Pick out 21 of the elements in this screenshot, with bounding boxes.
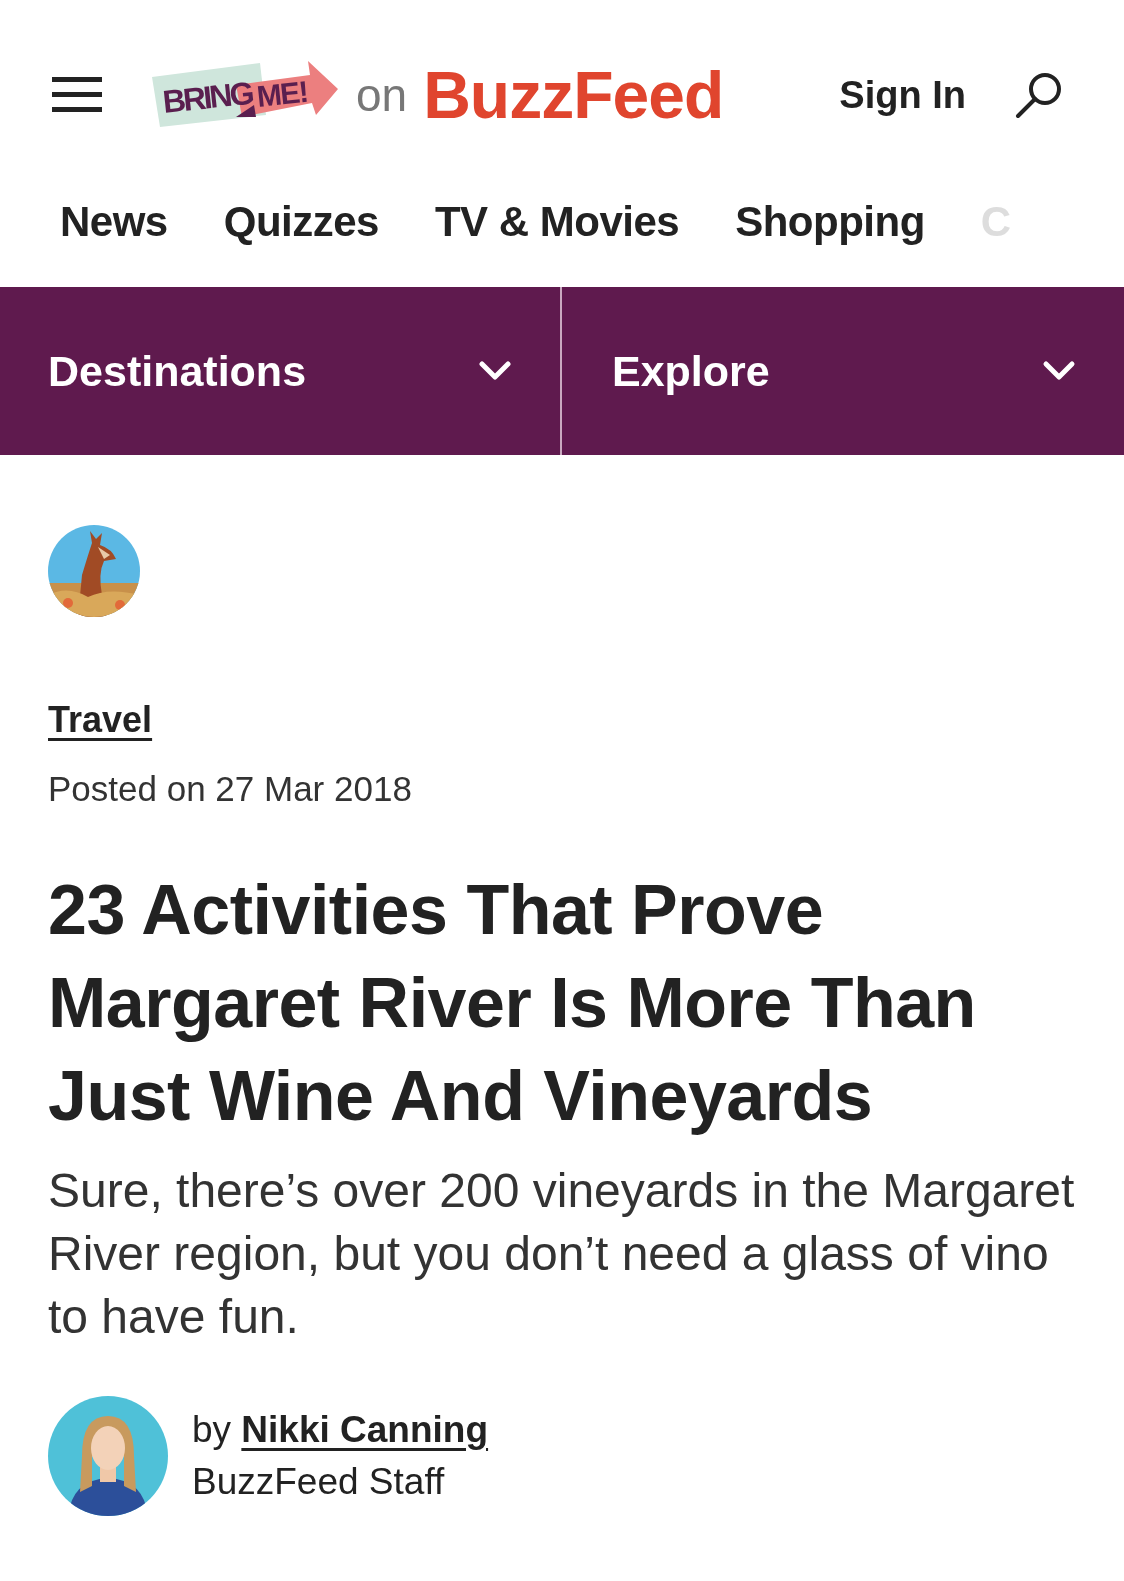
nav-link[interactable]: Shopping [735,190,925,253]
search-button[interactable] [1014,70,1064,120]
category-link[interactable]: Travel [48,699,153,740]
brand-name: BuzzFeed [423,56,724,134]
sign-in-link[interactable]: Sign In [839,66,966,124]
dropdown-button[interactable]: Destinations [0,287,560,455]
logo[interactable]: BRING ME! [150,55,340,135]
byline: by Nikki Canning [192,1407,489,1452]
nav-link[interactable]: News [60,190,168,253]
chevron-down-icon [478,360,512,382]
menu-button[interactable] [52,76,102,114]
nav-link[interactable]: Quizzes [223,190,379,253]
post-date: Posted on 27 Mar 2018 [48,768,413,810]
author-role: BuzzFeed Staff [192,1459,446,1504]
nav-link[interactable]: TV & Movies [434,190,680,253]
chevron-down-icon [1042,360,1076,382]
article-title: 23 Activities That Prove Margaret River Is More Than Just Wine And Vineyards [48,869,977,1137]
dropdown-button[interactable]: Explore [560,287,1124,455]
author-link[interactable]: Nikki Canning [241,1408,489,1450]
article-description: Sure, there’s over 200 vineyards in the Margaret River region, but you don’t need a glass of vino to have fun. [48,1162,1076,1345]
logo-connector: on [356,67,408,123]
